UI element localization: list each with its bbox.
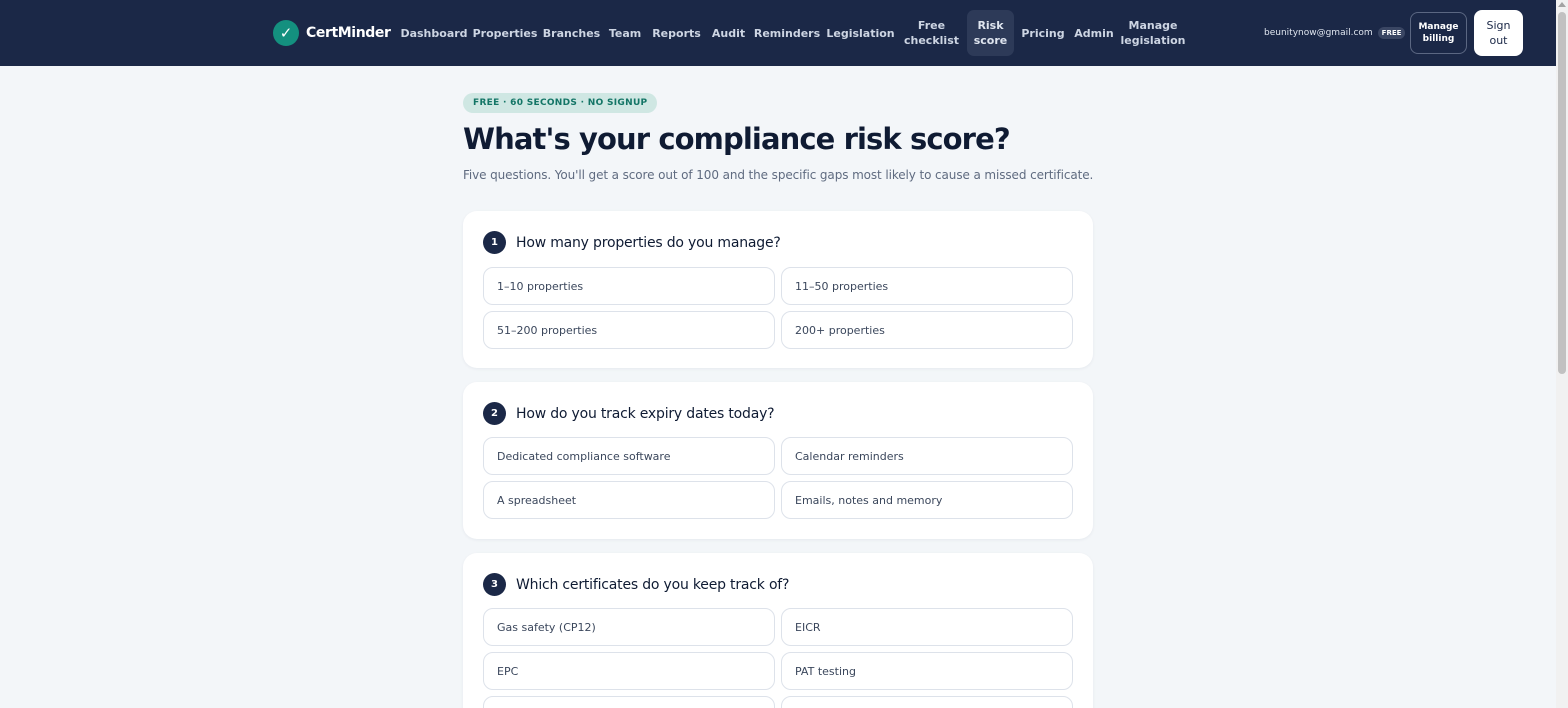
page-title: What's your compliance risk score?: [463, 122, 1011, 156]
nav-link-audit[interactable]: Audit: [708, 10, 749, 56]
option-partial[interactable]: [483, 696, 775, 708]
brand-name: CertMinder: [306, 25, 391, 41]
page-scrollbar[interactable]: [1556, 0, 1568, 708]
nav-link-admin[interactable]: Admin: [1072, 10, 1116, 56]
option-spreadsheet[interactable]: A spreadsheet: [483, 481, 775, 519]
option-eicr[interactable]: EICR: [781, 608, 1073, 646]
option-200-plus-properties[interactable]: 200+ properties: [781, 311, 1073, 349]
nav-link-risk-score[interactable]: Risk score: [967, 10, 1014, 56]
question-text: Which certificates do you keep track of?: [516, 576, 790, 593]
option-compliance-software[interactable]: Dedicated compliance software: [483, 437, 775, 475]
option-pat-testing[interactable]: PAT testing: [781, 652, 1073, 690]
manage-billing-button[interactable]: Manage billing: [1410, 12, 1467, 54]
scroll-thumb[interactable]: [1558, 12, 1566, 374]
question-header: 3 Which certificates do you keep track o…: [483, 573, 789, 596]
question-number: 2: [483, 402, 506, 425]
question-header: 2 How do you track expiry dates today?: [483, 402, 775, 425]
question-number: 1: [483, 231, 506, 254]
nav-link-branches[interactable]: Branches: [542, 10, 601, 56]
option-emails-notes-memory[interactable]: Emails, notes and memory: [781, 481, 1073, 519]
question-text: How do you track expiry dates today?: [516, 405, 775, 422]
top-nav: ✓ CertMinder Dashboard Properties Branch…: [0, 0, 1556, 66]
question-number: 3: [483, 573, 506, 596]
page-subtitle: Five questions. You'll get a score out o…: [463, 168, 1094, 182]
nav-link-dashboard[interactable]: Dashboard: [400, 10, 468, 56]
plan-badge: FREE: [1377, 27, 1406, 39]
option-gas-safety[interactable]: Gas safety (CP12): [483, 608, 775, 646]
nav-link-pricing[interactable]: Pricing: [1018, 10, 1068, 56]
question-header: 1 How many properties do you manage?: [483, 231, 781, 254]
option-partial[interactable]: [781, 696, 1073, 708]
question-card-1: 1 How many properties do you manage? 1–1…: [463, 211, 1093, 368]
option-epc[interactable]: EPC: [483, 652, 775, 690]
nav-link-properties[interactable]: Properties: [472, 10, 538, 56]
user-info: beunitynow@gmail.com FREE: [1264, 27, 1406, 39]
nav-link-free-checklist[interactable]: Free checklist: [900, 10, 963, 56]
option-1-10-properties[interactable]: 1–10 properties: [483, 267, 775, 305]
nav-link-team[interactable]: Team: [605, 10, 645, 56]
nav-links: Dashboard Properties Branches Team Repor…: [400, 10, 1190, 56]
option-calendar-reminders[interactable]: Calendar reminders: [781, 437, 1073, 475]
nav-link-reports[interactable]: Reports: [649, 10, 704, 56]
hero-pill: FREE · 60 SECONDS · NO SIGNUP: [463, 93, 658, 113]
question-text: How many properties do you manage?: [516, 234, 781, 251]
scroll-up-arrow-icon[interactable]: [1558, 2, 1566, 7]
nav-link-reminders[interactable]: Reminders: [753, 10, 821, 56]
brand[interactable]: ✓ CertMinder: [273, 19, 391, 47]
sign-out-button[interactable]: Sign out: [1474, 10, 1523, 56]
option-11-50-properties[interactable]: 11–50 properties: [781, 267, 1073, 305]
nav-link-legislation[interactable]: Legislation: [825, 10, 896, 56]
user-email: beunitynow@gmail.com: [1264, 28, 1373, 38]
option-51-200-properties[interactable]: 51–200 properties: [483, 311, 775, 349]
nav-link-manage-legislation[interactable]: Manage legislation: [1120, 10, 1186, 56]
question-card-2: 2 How do you track expiry dates today? D…: [463, 382, 1093, 539]
question-card-3: 3 Which certificates do you keep track o…: [463, 553, 1093, 708]
check-logo-icon: ✓: [273, 20, 299, 46]
